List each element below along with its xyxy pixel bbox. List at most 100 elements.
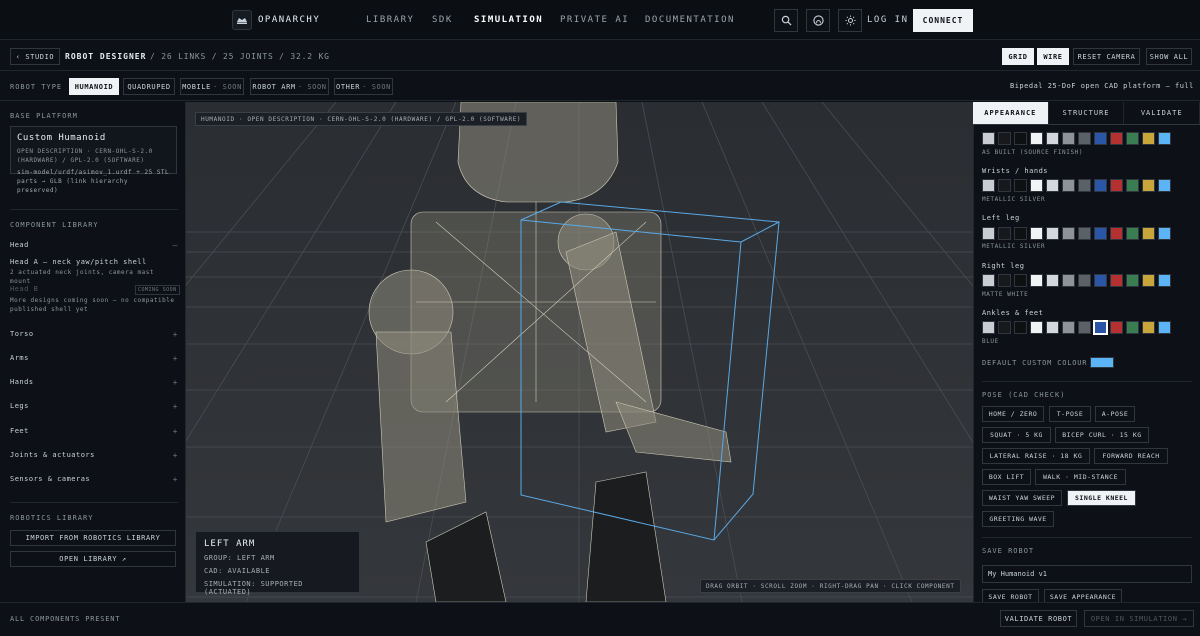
colour-swatch[interactable] (982, 227, 995, 240)
component-hands[interactable]: Hands + (10, 378, 178, 390)
colour-swatch[interactable] (1030, 321, 1043, 334)
colour-swatch[interactable] (1110, 179, 1123, 192)
pose-a-pose[interactable]: A-POSE (1095, 406, 1135, 422)
brand-name[interactable]: OPANARCHY (258, 15, 320, 25)
pose-single-kneel[interactable]: SINGLE KNEEL (1067, 490, 1136, 506)
type-humanoid[interactable]: HUMANOID (69, 78, 119, 95)
type-quadruped[interactable]: QUADRUPED (123, 78, 175, 95)
colour-swatch[interactable] (1110, 132, 1123, 145)
colour-swatch[interactable] (1158, 179, 1171, 192)
theme-toggle[interactable] (838, 9, 862, 32)
back-to-studio-button[interactable]: ‹ STUDIO (10, 48, 60, 65)
pose-t-pose[interactable]: T-POSE (1049, 406, 1091, 422)
colour-swatch[interactable] (1126, 321, 1139, 334)
colour-swatch[interactable] (982, 132, 995, 145)
tab-appearance[interactable]: APPEARANCE (973, 102, 1049, 124)
pose-walk[interactable]: WALK · MID-STANCE (1035, 469, 1126, 485)
colour-swatch[interactable] (1094, 227, 1107, 240)
head-a-title[interactable]: Head A — neck yaw/pitch shell (10, 258, 147, 266)
component-joints[interactable]: Joints & actuators + (10, 451, 178, 463)
colour-swatch[interactable] (1093, 320, 1108, 335)
component-feet[interactable]: Feet + (10, 427, 178, 439)
colour-swatch[interactable] (1014, 132, 1027, 145)
colour-swatch[interactable] (1014, 227, 1027, 240)
show-all-button[interactable]: SHOW ALL (1146, 48, 1192, 65)
tab-structure[interactable]: STRUCTURE (1049, 102, 1125, 124)
colour-swatch[interactable] (1158, 274, 1171, 287)
colour-swatch[interactable] (1046, 227, 1059, 240)
colour-swatch[interactable] (1078, 179, 1091, 192)
colour-swatch[interactable] (1126, 179, 1139, 192)
colour-swatch[interactable] (1110, 321, 1123, 334)
colour-swatch[interactable] (1078, 321, 1091, 334)
colour-swatch[interactable] (1062, 227, 1075, 240)
colour-swatch[interactable] (982, 274, 995, 287)
colour-swatch[interactable] (1078, 132, 1091, 145)
colour-swatch[interactable] (982, 321, 995, 334)
connect-button[interactable]: CONNECT (913, 9, 973, 32)
custom-colour-swatch[interactable] (1090, 357, 1114, 368)
colour-swatch[interactable] (1126, 132, 1139, 145)
tab-validate[interactable]: VALIDATE (1124, 102, 1200, 124)
platform-card[interactable]: Custom Humanoid OPEN DESCRIPTION · CERN-… (10, 126, 177, 194)
colour-swatch[interactable] (1094, 132, 1107, 145)
pose-squat[interactable]: SQUAT · 5 KG (982, 427, 1051, 443)
nav-simulation[interactable]: SIMULATION (474, 15, 543, 25)
colour-swatch[interactable] (1142, 227, 1155, 240)
colour-swatch[interactable] (1046, 274, 1059, 287)
colour-swatch[interactable] (1046, 179, 1059, 192)
github-button[interactable] (806, 9, 830, 32)
colour-swatch[interactable] (1126, 274, 1139, 287)
robot-name-input[interactable] (982, 565, 1192, 583)
colour-swatch[interactable] (1110, 274, 1123, 287)
colour-swatch[interactable] (998, 132, 1011, 145)
colour-swatch[interactable] (982, 179, 995, 192)
colour-swatch[interactable] (1142, 179, 1155, 192)
colour-swatch[interactable] (1046, 132, 1059, 145)
colour-swatch[interactable] (1030, 274, 1043, 287)
colour-swatch[interactable] (998, 274, 1011, 287)
colour-swatch[interactable] (1078, 227, 1091, 240)
pose-bicep-curl[interactable]: BICEP CURL · 15 KG (1055, 427, 1149, 443)
colour-swatch[interactable] (1030, 227, 1043, 240)
import-library-button[interactable]: IMPORT FROM ROBOTICS LIBRARY (10, 530, 176, 546)
colour-swatch[interactable] (1142, 132, 1155, 145)
nav-sdk[interactable]: SDK (432, 15, 453, 25)
pose-home[interactable]: HOME / ZERO (982, 406, 1044, 422)
colour-swatch[interactable] (1062, 132, 1075, 145)
colour-swatch[interactable] (998, 179, 1011, 192)
colour-swatch[interactable] (1014, 274, 1027, 287)
pose-waist-yaw[interactable]: WAIST YAW SWEEP (982, 490, 1062, 506)
3d-viewport[interactable] (186, 102, 973, 602)
colour-swatch[interactable] (1030, 179, 1043, 192)
colour-swatch[interactable] (1014, 321, 1027, 334)
colour-swatch[interactable] (1062, 274, 1075, 287)
colour-swatch[interactable] (1110, 227, 1123, 240)
nav-documentation[interactable]: DOCUMENTATION (645, 15, 735, 25)
pose-box-lift[interactable]: BOX LIFT (982, 469, 1031, 485)
colour-swatch[interactable] (1046, 321, 1059, 334)
colour-swatch[interactable] (1158, 132, 1171, 145)
colour-swatch[interactable] (1062, 321, 1075, 334)
component-sensors[interactable]: Sensors & cameras + (10, 475, 178, 487)
login-link[interactable]: LOG IN (867, 15, 909, 25)
pose-forward-reach[interactable]: FORWARD REACH (1094, 448, 1168, 464)
component-head[interactable]: Head – (10, 241, 178, 253)
reset-camera-button[interactable]: RESET CAMERA (1073, 48, 1140, 65)
grid-toggle[interactable]: GRID (1002, 48, 1034, 65)
wire-toggle[interactable]: WIRE (1037, 48, 1069, 65)
nav-private-ai[interactable]: PRIVATE AI (560, 15, 629, 25)
colour-swatch[interactable] (1142, 321, 1155, 334)
component-torso[interactable]: Torso + (10, 330, 178, 342)
open-library-button[interactable]: OPEN LIBRARY ↗ (10, 551, 176, 567)
colour-swatch[interactable] (998, 321, 1011, 334)
component-legs[interactable]: Legs + (10, 402, 178, 414)
colour-swatch[interactable] (998, 227, 1011, 240)
nav-library[interactable]: LIBRARY (366, 15, 414, 25)
colour-swatch[interactable] (1014, 179, 1027, 192)
colour-swatch[interactable] (1078, 274, 1091, 287)
colour-swatch[interactable] (1158, 321, 1171, 334)
colour-swatch[interactable] (1030, 132, 1043, 145)
colour-swatch[interactable] (1062, 179, 1075, 192)
colour-swatch[interactable] (1142, 274, 1155, 287)
